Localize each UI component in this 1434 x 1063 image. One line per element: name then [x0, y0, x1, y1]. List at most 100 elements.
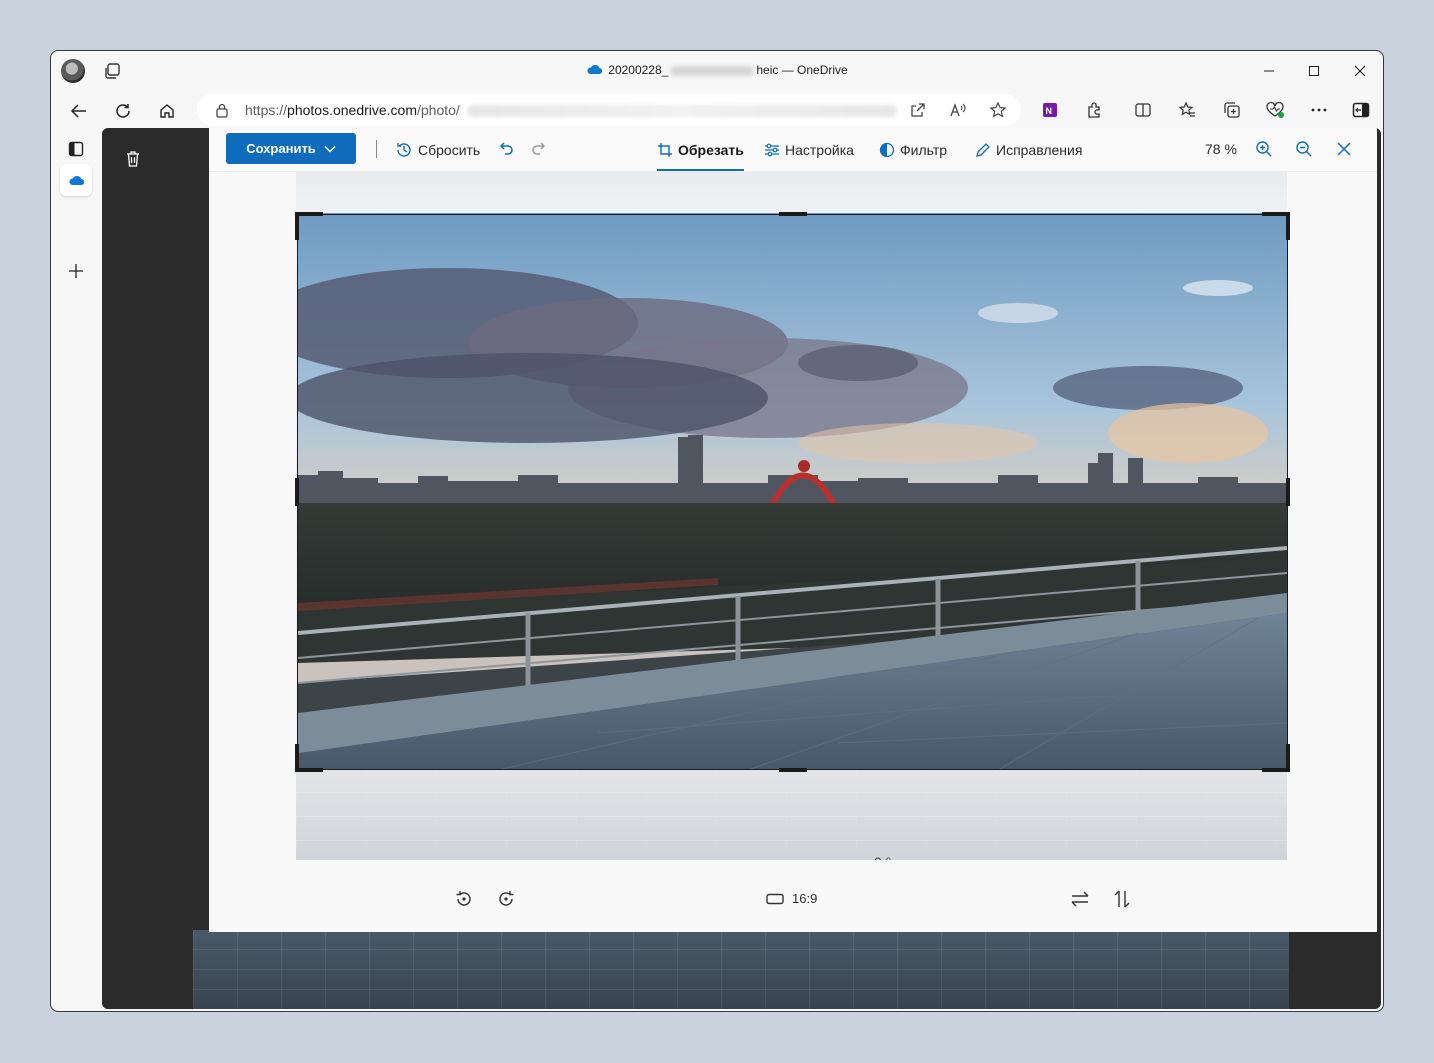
- aspect-ratio-label: 16:9: [792, 891, 818, 906]
- chevron-down-icon: [324, 145, 336, 153]
- favorites-button[interactable]: [1173, 96, 1201, 124]
- address-bar[interactable]: https://photos.onedrive.com/photo/: [197, 94, 1021, 126]
- photo-viewer: Сохранить Сбросить Обрезать Настройка Фи…: [102, 128, 1381, 1009]
- collections-icon: [1224, 102, 1240, 118]
- background-photo: [193, 930, 1289, 1009]
- back-icon: [70, 104, 86, 118]
- flip-horizontal-icon: [1071, 891, 1089, 907]
- close-icon: [1337, 142, 1351, 156]
- title-bar: 20200228_ heic — OneDrive: [51, 51, 1383, 91]
- flip-horizontal-button[interactable]: [1067, 886, 1093, 912]
- maximize-icon: [1309, 66, 1319, 76]
- zoom-out-button[interactable]: [1293, 138, 1315, 160]
- rotate-left-button[interactable]: [451, 886, 477, 912]
- url-scheme: https://: [245, 102, 288, 118]
- browser-window: 20200228_ heic — OneDrive https://photos.…: [50, 50, 1384, 1012]
- undo-icon: [499, 142, 513, 155]
- onedrive-cloud-icon: [586, 64, 603, 78]
- reset-button[interactable]: Сбросить: [395, 138, 480, 162]
- split-screen-icon: [1135, 103, 1151, 117]
- photo-overflow-area: [296, 769, 1287, 860]
- sidebar-toggle-button[interactable]: [1347, 96, 1375, 124]
- tab-adjust[interactable]: Настройка: [764, 138, 854, 162]
- filter-icon: [879, 142, 895, 158]
- extensions-button[interactable]: [1081, 96, 1109, 124]
- read-aloud-button[interactable]: [947, 99, 969, 121]
- crop-icon: [658, 143, 672, 157]
- minimize-button[interactable]: [1257, 59, 1281, 83]
- photo-preview[interactable]: [298, 213, 1287, 770]
- lock-icon[interactable]: [215, 102, 229, 123]
- save-label: Сохранить: [246, 141, 316, 156]
- tab-markup-label: Исправления: [996, 142, 1083, 158]
- close-icon: [1354, 65, 1366, 77]
- editor-toolbar: Сохранить Сбросить Обрезать Настройка Фи…: [209, 128, 1377, 172]
- rotate-right-icon: [499, 891, 514, 906]
- close-editor-button[interactable]: [1333, 138, 1355, 160]
- url-text[interactable]: https://photos.onedrive.com/photo/: [245, 102, 460, 118]
- tab-markup[interactable]: Исправления: [975, 138, 1082, 162]
- rotate-left-icon: [456, 891, 471, 906]
- zoom-in-button[interactable]: [1253, 138, 1275, 160]
- close-window-button[interactable]: [1348, 59, 1372, 83]
- vertical-tabs-sidebar: [51, 129, 101, 1011]
- rotation-angle-label: 0 °: [874, 854, 891, 860]
- home-icon: [160, 104, 174, 118]
- redo-button[interactable]: [527, 138, 549, 160]
- aspect-ratio-icon: [766, 893, 784, 904]
- tab-crop[interactable]: Обрезать: [657, 138, 744, 171]
- save-button[interactable]: Сохранить: [226, 133, 356, 164]
- navigation-bar: https://photos.onedrive.com/photo/ N: [51, 91, 1383, 129]
- crop-options-bar: 16:9: [209, 872, 1377, 932]
- read-aloud-icon: [950, 103, 966, 117]
- back-button[interactable]: [65, 97, 93, 125]
- url-path: /photo/: [417, 102, 460, 118]
- favorite-star-icon: [989, 101, 1007, 118]
- edit-canvas: 0 °: [296, 172, 1287, 860]
- aspect-ratio-selector[interactable]: 16:9: [766, 891, 817, 906]
- more-button[interactable]: [1305, 96, 1333, 124]
- onenote-button[interactable]: N: [1036, 96, 1064, 124]
- onenote-icon: N: [1043, 103, 1057, 117]
- minimize-icon: [1264, 70, 1274, 72]
- redo-icon: [532, 142, 546, 155]
- sidebar-tab-onedrive[interactable]: [60, 164, 92, 196]
- tab-crop-label: Обрезать: [678, 142, 744, 158]
- zoom-out-icon: [1296, 141, 1312, 157]
- trash-icon: [127, 151, 139, 167]
- tab-filter-label: Фильтр: [900, 142, 948, 158]
- sidebar-toggle-icon: [1352, 102, 1370, 118]
- more-icon: [1311, 108, 1327, 112]
- collections-button[interactable]: [1218, 96, 1246, 124]
- photo-editor-dialog: Сохранить Сбросить Обрезать Настройка Фи…: [209, 128, 1377, 932]
- window-title-prefix: 20200228_: [608, 63, 669, 77]
- favorite-button[interactable]: [987, 99, 1009, 121]
- refresh-icon: [116, 104, 130, 118]
- browser-essentials-icon: [1266, 101, 1284, 118]
- tab-adjust-label: Настройка: [785, 142, 854, 158]
- reset-label: Сбросить: [418, 142, 481, 158]
- refresh-button[interactable]: [109, 97, 137, 125]
- rotate-right-button[interactable]: [493, 886, 519, 912]
- undo-button[interactable]: [496, 138, 518, 160]
- zoom-in-icon: [1256, 141, 1272, 157]
- browser-essentials-button[interactable]: [1261, 96, 1289, 124]
- tab-filter[interactable]: Фильтр: [879, 138, 947, 162]
- adjust-icon: [765, 143, 779, 157]
- url-host: photos.onedrive.com: [287, 102, 417, 118]
- flip-vertical-icon: [1114, 890, 1130, 908]
- cityscape-photo: [298, 213, 1287, 770]
- home-button[interactable]: [153, 97, 181, 125]
- title-redacted: [670, 65, 755, 76]
- toolbar-divider: [376, 140, 377, 158]
- sidebar-tab-actions[interactable]: [60, 133, 92, 165]
- split-screen-button[interactable]: [1129, 96, 1157, 124]
- flip-vertical-button[interactable]: [1109, 886, 1135, 912]
- window-title-suffix: heic — OneDrive: [756, 63, 848, 77]
- markup-icon: [976, 143, 990, 157]
- open-in-app-button[interactable]: [907, 99, 929, 121]
- new-tab-button[interactable]: [60, 255, 92, 287]
- delete-button[interactable]: [124, 150, 142, 173]
- history-icon: [397, 143, 411, 157]
- maximize-button[interactable]: [1302, 59, 1326, 83]
